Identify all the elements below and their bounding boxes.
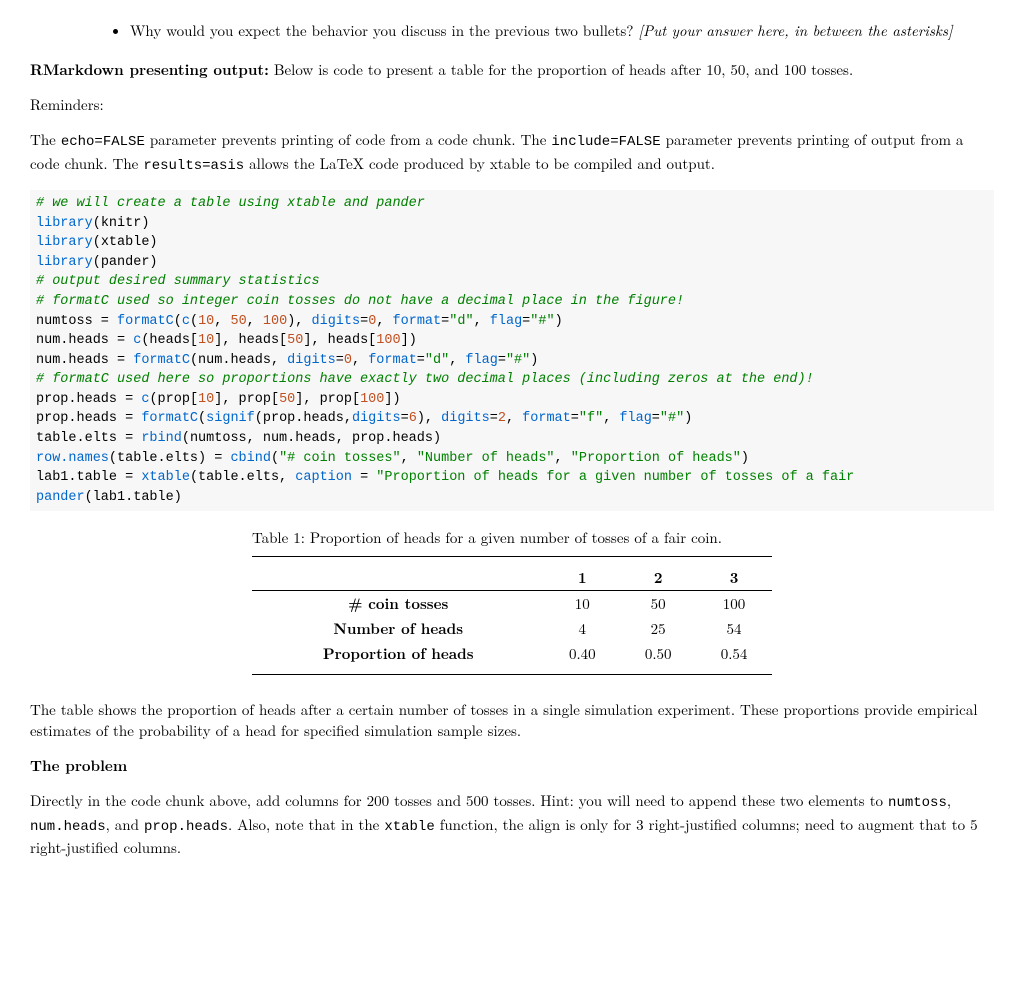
rmarkdown-intro: RMarkdown presenting output: Below is co… [30, 59, 994, 80]
table-row: Number of heads 4 25 54 [252, 616, 772, 641]
problem-heading: The problem [30, 755, 994, 776]
code-include-false: include=FALSE [551, 134, 660, 150]
text: , and [106, 814, 144, 835]
reminders-label: Reminders: [30, 94, 994, 115]
code-text: (knitr) [93, 216, 150, 231]
code-line: # formatC used here so proportions have … [36, 372, 814, 387]
row-label: Number of heads [252, 616, 544, 641]
text: Directly in the code chunk above, add co… [30, 790, 888, 811]
question-bullet: Why would you expect the behavior you di… [130, 20, 994, 41]
cell: 0.54 [696, 641, 772, 666]
reminders-paragraph: The echo=FALSE parameter prevents printi… [30, 129, 994, 176]
code-results-asis: results=asis [143, 158, 244, 174]
table-explanation: The table shows the proportion of heads … [30, 699, 994, 741]
code-line: # output desired summary statistics [36, 274, 320, 289]
output-table: 1 2 3 # coin tosses 10 50 100 Number of … [252, 556, 772, 675]
cell: 25 [620, 616, 696, 641]
rmarkdown-heading: RMarkdown presenting output: [30, 59, 269, 80]
table-row: # coin tosses 10 50 100 [252, 591, 772, 617]
output-table-wrap: Table 1: Proportion of heads for a given… [252, 527, 772, 675]
code-line-12: prop.heads = formatC(signif(prop.heads,d… [36, 411, 692, 426]
cell: 10 [544, 591, 620, 617]
code-echo-false: echo=FALSE [61, 134, 145, 150]
code-line-9: num.heads = formatC(num.heads, digits=0,… [36, 353, 538, 368]
col-3: 3 [696, 565, 772, 591]
cell: 50 [620, 591, 696, 617]
col-1: 1 [544, 565, 620, 591]
text: , [947, 790, 951, 811]
code-keyword: library [36, 235, 93, 250]
code-line-11: prop.heads = c(prop[10], prop[50], prop[… [36, 392, 401, 407]
table-caption: Table 1: Proportion of heads for a given… [252, 527, 772, 548]
r-code-block: # we will create a table using xtable an… [30, 190, 994, 511]
cell: 0.40 [544, 641, 620, 666]
row-label: Proportion of heads [252, 641, 544, 666]
code-numtoss: numtoss [888, 795, 947, 811]
code-line-14: row.names(table.elts) = cbind("# coin to… [36, 451, 749, 466]
code-line-8: num.heads = c(heads[10], heads[50], head… [36, 333, 417, 348]
code-line-15: lab1.table = xtable(table.elts, caption … [36, 470, 854, 485]
code-line: # formatC used so integer coin tosses do… [36, 294, 684, 309]
code-propheads: prop.heads [144, 819, 228, 835]
code-xtable: xtable [384, 819, 434, 835]
answer-placeholder: [Put your answer here, in between the as… [638, 20, 952, 41]
text: The [30, 129, 61, 150]
code-text: (xtable) [93, 235, 158, 250]
cell: 0.50 [620, 641, 696, 666]
col-2: 2 [620, 565, 696, 591]
code-line-13: table.elts = rbind(numtoss, num.heads, p… [36, 431, 441, 446]
code-text: (pander) [93, 255, 158, 270]
question-bullet-list: Why would you expect the behavior you di… [30, 20, 994, 41]
text: parameter prevents printing of code from… [145, 129, 552, 150]
text: . Also, note that in the [228, 814, 384, 835]
code-line-7: numtoss = formatC(c(10, 50, 100), digits… [36, 314, 563, 329]
text: allows the LaTeX code produced by xtable… [244, 153, 715, 174]
question-text: Why would you expect the behavior you di… [130, 20, 638, 41]
problem-paragraph: Directly in the code chunk above, add co… [30, 790, 994, 858]
table-header-row: 1 2 3 [252, 565, 772, 591]
row-label: # coin tosses [252, 591, 544, 617]
code-keyword: library [36, 255, 93, 270]
code-numheads: num.heads [30, 819, 106, 835]
code-line: # we will create a table using xtable an… [36, 196, 425, 211]
code-line-16: pander(lab1.table) [36, 490, 182, 505]
table-corner [252, 565, 544, 591]
rmarkdown-intro-rest: Below is code to present a table for the… [269, 59, 853, 80]
cell: 100 [696, 591, 772, 617]
cell: 54 [696, 616, 772, 641]
table-row: Proportion of heads 0.40 0.50 0.54 [252, 641, 772, 666]
cell: 4 [544, 616, 620, 641]
code-keyword: library [36, 216, 93, 231]
